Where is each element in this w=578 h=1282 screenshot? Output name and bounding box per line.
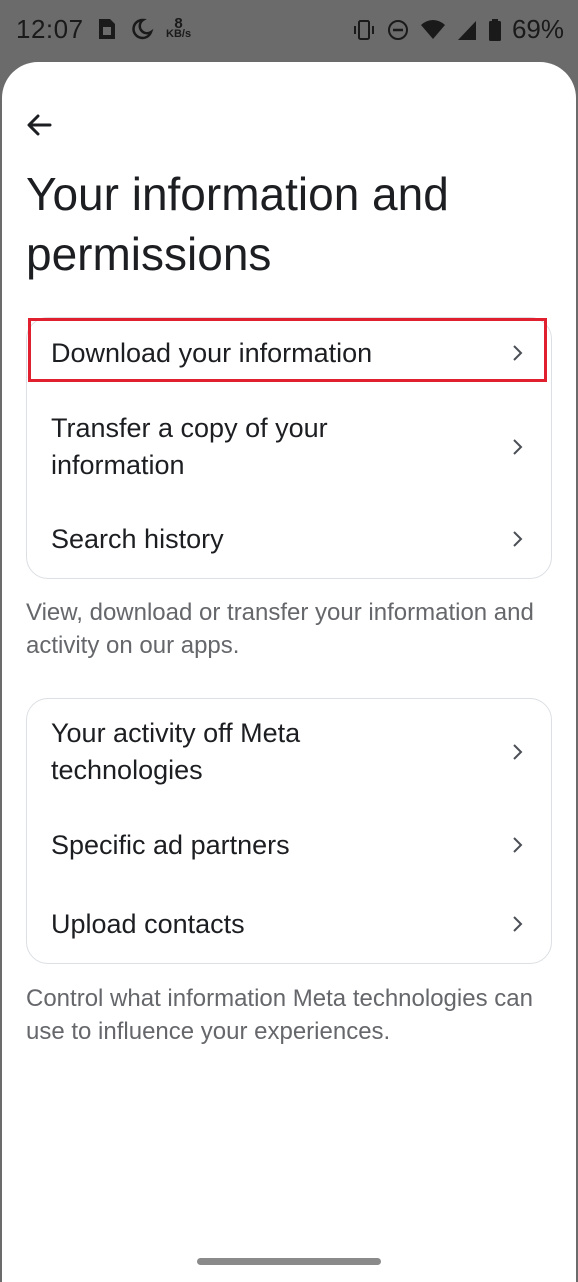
chevron-right-icon	[513, 744, 523, 760]
list-item-label: Specific ad partners	[51, 830, 290, 860]
status-left-icons: 8 KB/s	[96, 16, 191, 42]
activity-card: Your activity off Meta technologies Spec…	[26, 698, 552, 964]
home-indicator[interactable]	[197, 1258, 381, 1265]
list-item-label: Upload contacts	[51, 909, 245, 939]
do-not-disturb-moon-icon	[132, 18, 154, 40]
highlight-box	[28, 318, 547, 382]
list-item-label: Transfer a copy of your information	[51, 413, 328, 480]
back-arrow-icon[interactable]	[24, 110, 58, 140]
list-item-off-meta-activity[interactable]: Your activity off Meta technologies	[27, 699, 551, 807]
battery-icon	[488, 18, 501, 41]
list-item-search-history[interactable]: Search history	[27, 504, 551, 574]
sim-card-icon	[99, 19, 115, 39]
status-bar: 12:07 8 KB/s 69%	[0, 0, 578, 64]
page-title: Your information and permissions	[26, 168, 449, 280]
chevron-right-icon	[513, 916, 523, 932]
list-item-specific-ad-partners[interactable]: Specific ad partners	[27, 811, 551, 881]
network-speed: 8 KB/s	[166, 16, 192, 40]
list-item-transfer-copy[interactable]: Transfer a copy of your information	[27, 394, 551, 502]
battery-percentage: 69%	[511, 14, 564, 44]
do-not-disturb-icon	[387, 19, 408, 40]
cell-signal-icon	[457, 20, 476, 40]
chevron-right-icon	[513, 439, 523, 455]
status-right-icons: 69%	[352, 14, 564, 45]
list-item-label: Your activity off Meta technologies	[51, 718, 301, 785]
network-speed-unit: KB/s	[166, 28, 192, 40]
list-item-upload-contacts[interactable]: Upload contacts	[27, 889, 551, 959]
chevron-right-icon	[513, 837, 523, 853]
vibrate-icon	[353, 19, 374, 40]
chevron-right-icon	[513, 531, 523, 547]
section-caption-activity: Control what information Meta technologi…	[26, 985, 533, 1045]
list-item-label: Search history	[51, 524, 224, 554]
wifi-icon	[420, 19, 445, 39]
status-time: 12:07	[16, 14, 84, 44]
section-caption-information: View, download or transfer your informat…	[26, 599, 534, 659]
